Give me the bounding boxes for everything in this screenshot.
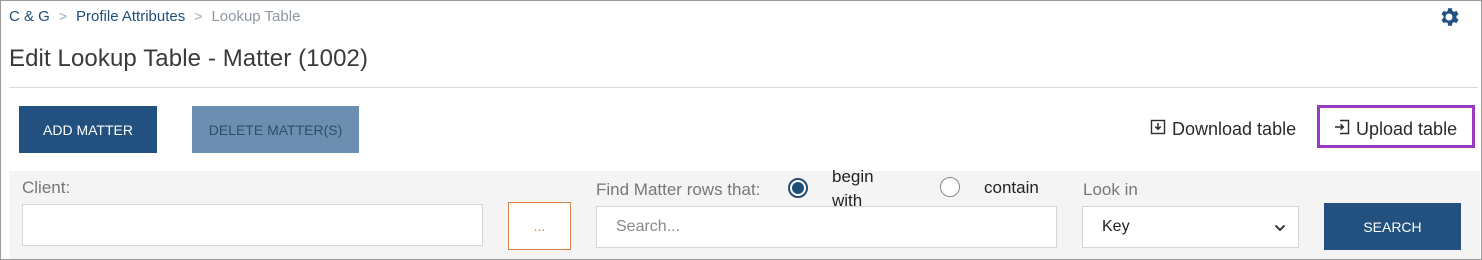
breadcrumb: C & G > Profile Attributes > Lookup Tabl… [9, 6, 300, 26]
download-icon [1150, 119, 1172, 140]
chevron-down-icon [1274, 221, 1286, 239]
breadcrumb-current: Lookup Table [211, 7, 301, 25]
look-in-value: Key [1102, 218, 1130, 235]
chevron-right-icon: > [58, 8, 68, 24]
delete-matters-button[interactable]: DELETE MATTER(S) [192, 106, 359, 153]
client-label: Client: [22, 178, 71, 197]
search-button[interactable]: SEARCH [1324, 203, 1461, 250]
browse-client-button[interactable]: ... [508, 202, 571, 250]
title-divider [9, 87, 1478, 88]
upload-table-link[interactable]: Upload table [1334, 117, 1457, 141]
gear-icon[interactable] [1437, 5, 1461, 29]
download-table-link[interactable]: Download table [1150, 117, 1296, 141]
radio-contain-label: contain [984, 178, 1039, 197]
upload-icon [1334, 119, 1356, 140]
find-rows-label: Find Matter rows that: [596, 180, 761, 199]
add-matter-button[interactable]: ADD MATTER [19, 106, 157, 153]
search-input[interactable]: Search... [596, 206, 1057, 248]
look-in-select[interactable]: Key [1082, 206, 1299, 248]
radio-contain[interactable] [940, 177, 960, 197]
upload-table-label: Upload table [1356, 118, 1458, 139]
chevron-right-icon: > [194, 8, 203, 24]
download-table-label: Download table [1172, 118, 1297, 139]
client-input[interactable] [22, 204, 483, 246]
radio-begin-with[interactable] [788, 178, 808, 198]
page-title: Edit Lookup Table - Matter (1002) [9, 45, 369, 72]
breadcrumb-link-profile-attributes[interactable]: Profile Attributes [76, 8, 185, 25]
breadcrumb-link-cg[interactable]: C & G [9, 8, 50, 25]
look-in-label: Look in [1083, 180, 1138, 199]
